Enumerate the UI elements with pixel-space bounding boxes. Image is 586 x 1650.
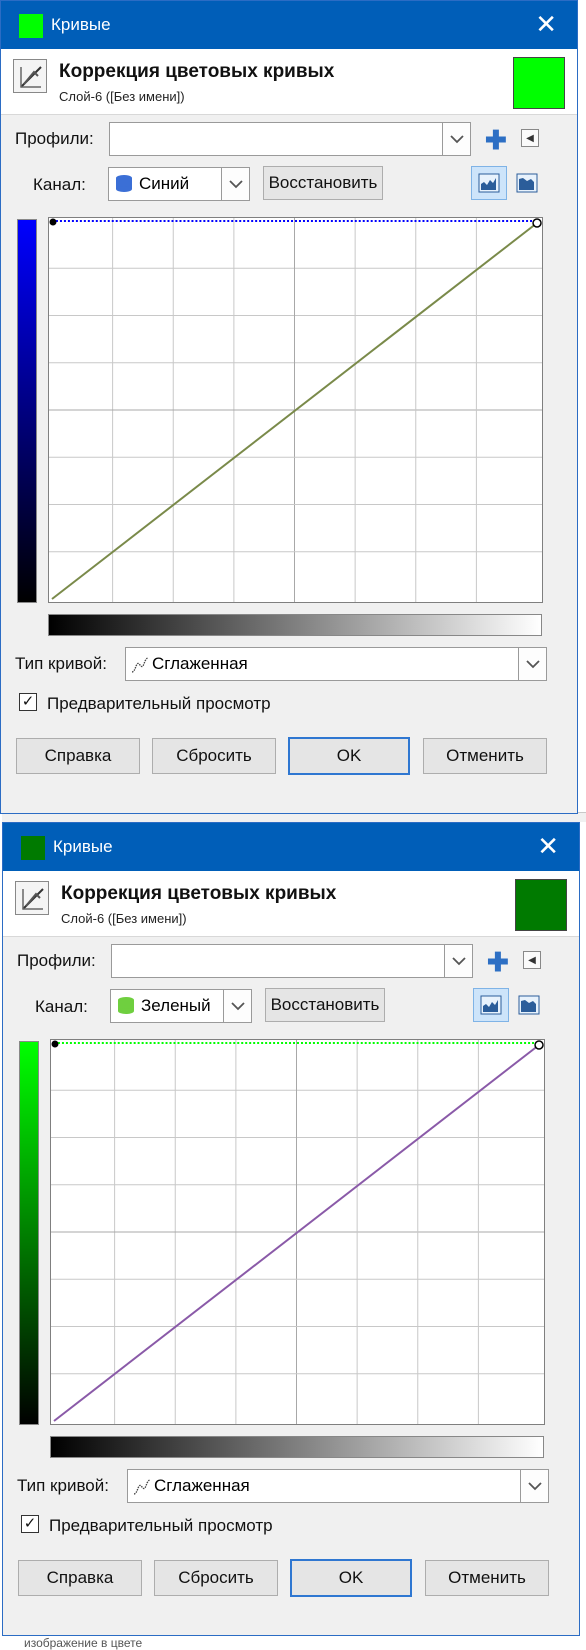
input-gradient-bar — [48, 614, 542, 636]
output-gradient-bar — [17, 219, 37, 603]
title-bar[interactable]: Кривые ✕ — [1, 1, 577, 49]
chevron-down-icon[interactable] — [223, 990, 251, 1022]
smooth-curve-icon — [133, 1479, 151, 1495]
help-button[interactable]: Справка — [18, 1560, 142, 1596]
linear-histogram-toggle[interactable] — [473, 988, 509, 1022]
reset-button[interactable]: Сбросить — [152, 738, 276, 774]
log-histogram-toggle[interactable] — [509, 166, 545, 200]
linear-histogram-toggle[interactable] — [471, 166, 507, 200]
curve-graph[interactable] — [50, 1039, 545, 1425]
channel-value: Синий — [139, 174, 190, 193]
curve-type-value: Сглаженная — [152, 654, 248, 673]
preview-checkbox[interactable]: ✓ — [21, 1515, 39, 1533]
ok-button[interactable]: OK — [288, 737, 410, 775]
header-subtitle: Слой-6 ([Без имени]) — [59, 89, 185, 104]
help-button[interactable]: Справка — [16, 738, 140, 774]
channel-label: Канал: — [35, 997, 88, 1016]
curves-tool-icon — [13, 59, 47, 93]
dialog-header: Коррекция цветовых кривых Слой-6 ([Без и… — [1, 49, 577, 115]
preview-label: Предварительный просмотр — [49, 1516, 273, 1535]
channel-value: Зеленый — [141, 996, 211, 1015]
ok-button[interactable]: OK — [290, 1559, 412, 1597]
profiles-label: Профили: — [15, 129, 94, 148]
add-profile-icon[interactable]: ✚ — [485, 127, 507, 153]
curve-control-point[interactable] — [532, 218, 542, 228]
cancel-button[interactable]: Отменить — [425, 1560, 549, 1596]
color-preview-swatch — [513, 57, 565, 109]
reset-channel-button[interactable]: Восстановить — [263, 166, 383, 200]
window-title: Кривые — [51, 15, 111, 34]
reset-button[interactable]: Сбросить — [154, 1560, 278, 1596]
curves-tool-icon — [15, 881, 49, 915]
curve-type-label: Тип кривой: — [17, 1476, 109, 1495]
chevron-down-icon[interactable] — [442, 123, 470, 155]
blue-channel-icon — [116, 175, 132, 192]
profiles-combo[interactable] — [111, 944, 473, 978]
profiles-menu-icon[interactable]: ◀ — [521, 129, 539, 147]
cancel-button[interactable]: Отменить — [423, 738, 547, 774]
window-color-swatch — [19, 14, 43, 38]
window-color-swatch — [21, 836, 45, 860]
profiles-label: Профили: — [17, 951, 96, 970]
reset-channel-button[interactable]: Восстановить — [265, 988, 385, 1022]
add-profile-icon[interactable]: ✚ — [487, 949, 509, 975]
curve-type-value: Сглаженная — [154, 1476, 250, 1495]
channel-label: Канал: — [33, 175, 86, 194]
curves-dialog-blue: Кривые ✕ Коррекция цветовых кривых Слой-… — [0, 0, 578, 814]
profiles-combo[interactable] — [109, 122, 471, 156]
dialog-header: Коррекция цветовых кривых Слой-6 ([Без и… — [3, 871, 579, 937]
log-histogram-toggle[interactable] — [511, 988, 547, 1022]
smooth-curve-icon — [131, 657, 149, 673]
input-gradient-bar — [50, 1436, 544, 1458]
background-text-strip: изображение в цвете — [0, 1636, 586, 1650]
close-icon[interactable]: ✕ — [537, 831, 559, 861]
log-histogram-icon — [516, 173, 538, 193]
header-title: Коррекция цветовых кривых — [59, 61, 335, 82]
curve-canvas[interactable] — [51, 1040, 544, 1424]
channel-combo[interactable]: Синий — [108, 167, 250, 201]
channel-combo[interactable]: Зеленый — [110, 989, 252, 1023]
curve-type-combo[interactable]: Сглаженная — [125, 647, 547, 681]
green-channel-icon — [118, 997, 134, 1014]
curve-control-point[interactable] — [534, 1040, 544, 1050]
curve-type-combo[interactable]: Сглаженная — [127, 1469, 549, 1503]
header-title: Коррекция цветовых кривых — [61, 883, 337, 904]
profiles-menu-icon[interactable]: ◀ — [523, 951, 541, 969]
chevron-down-icon[interactable] — [221, 168, 249, 200]
window-title: Кривые — [53, 837, 113, 856]
preview-checkbox[interactable]: ✓ — [19, 693, 37, 711]
header-subtitle: Слой-6 ([Без имени]) — [61, 911, 187, 926]
close-icon[interactable]: ✕ — [535, 9, 557, 39]
curve-control-point[interactable] — [51, 1040, 59, 1048]
preview-label: Предварительный просмотр — [47, 694, 271, 713]
chevron-down-icon[interactable] — [444, 945, 472, 977]
output-gradient-bar — [19, 1041, 39, 1425]
curves-dialog-green: Кривые ✕ Коррекция цветовых кривых Слой-… — [2, 822, 580, 1636]
curve-graph[interactable] — [48, 217, 543, 603]
linear-histogram-icon — [480, 995, 502, 1015]
curve-canvas[interactable] — [49, 218, 542, 602]
log-histogram-icon — [518, 995, 540, 1015]
linear-histogram-icon — [478, 173, 500, 193]
color-preview-swatch — [515, 879, 567, 931]
curve-type-label: Тип кривой: — [15, 654, 107, 673]
curve-control-point[interactable] — [49, 218, 57, 226]
chevron-down-icon[interactable] — [520, 1470, 548, 1502]
chevron-down-icon[interactable] — [518, 648, 546, 680]
background-text: изображение в цвете — [24, 1636, 143, 1650]
title-bar[interactable]: Кривые ✕ — [3, 823, 579, 871]
